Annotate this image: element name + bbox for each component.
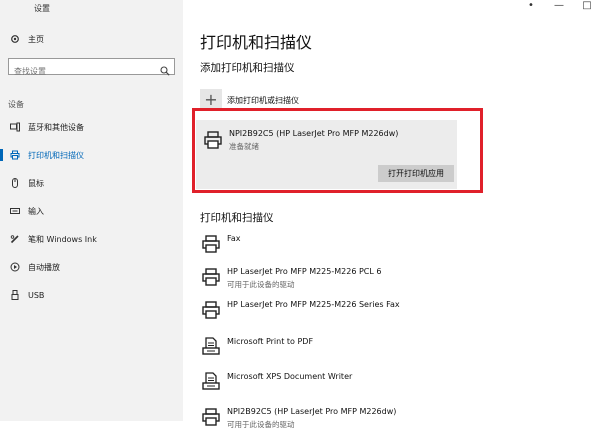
pen-icon [10,234,20,244]
printer-icon [201,267,221,287]
gear-icon [10,34,20,44]
printer-name: Microsoft Print to PDF [227,337,314,346]
section-header-devices: 设备 [8,100,24,109]
printer-icon [201,300,221,320]
printer-name: HP LaserJet Pro MFP M225-M226 PCL 6 [227,267,382,276]
active-indicator [0,149,3,161]
sidebar-item-label: 主页 [28,34,44,44]
sidebar-item-mouse[interactable]: 鼠标 [0,174,183,192]
sidebar-item-typing[interactable]: 输入 [0,202,183,220]
minimize-icon[interactable]: — [553,0,565,11]
keyboard-icon [10,206,20,216]
search-input[interactable] [9,64,154,79]
list-item[interactable]: HP LaserJet Pro MFP M225-M226 PCL 6 可用于此… [200,263,590,293]
add-section-title: 添加打印机和扫描仪 [200,62,295,74]
printer-icon [201,234,221,254]
window-title: 设置 [34,4,50,13]
main-content: • — □ 打印机和扫描仪 添加打印机和扫描仪 + 添加打印机或扫描仪 NPI2… [183,0,599,429]
add-printer-label: 添加打印机或扫描仪 [227,95,299,105]
maximize-icon[interactable]: □ [581,0,593,11]
sidebar-item-label: 自动播放 [28,262,60,272]
sidebar-item-autoplay[interactable]: 自动播放 [0,258,183,276]
printer-name: Fax [227,234,241,243]
sidebar-item-label: 蓝牙和其他设备 [28,122,84,132]
mouse-icon [10,178,20,188]
page-title: 打印机和扫描仪 [200,33,313,52]
sidebar-item-label: 笔和 Windows Ink [28,234,97,244]
sidebar-item-label: 鼠标 [28,178,44,188]
document-printer-icon [201,372,221,392]
sidebar-item-printers[interactable]: 打印机和扫描仪 [0,146,183,164]
printer-name: Microsoft XPS Document Writer [227,372,353,381]
sidebar-item-label: USB [28,290,45,300]
printer-icon [10,150,20,160]
printer-name: HP LaserJet Pro MFP M225-M226 Series Fax [227,300,400,309]
list-item[interactable]: Microsoft XPS Document Writer [200,368,590,398]
list-item[interactable]: HP LaserJet Pro MFP M225-M226 Series Fax [200,296,590,326]
printers-list-title: 打印机和扫描仪 [200,212,274,224]
sidebar-item-pen[interactable]: 笔和 Windows Ink [0,230,183,248]
printer-name: NPI2B92C5 (HP LaserJet Pro MFP M226dw) [227,407,397,416]
sidebar: 设置 主页 设备 蓝牙和其他设备 打印机和扫描仪 鼠标 [0,0,183,421]
window-controls: • — □ [525,0,593,11]
printer-icon [201,407,221,427]
printer-status: 可用于此设备的驱动 [227,280,295,289]
sidebar-item-label: 输入 [28,206,44,216]
list-item[interactable]: Microsoft Print to PDF [200,333,590,363]
sidebar-item-label: 打印机和扫描仪 [28,150,84,160]
list-item[interactable]: NPI2B92C5 (HP LaserJet Pro MFP M226dw) 可… [200,403,590,433]
bluetooth-devices-icon [10,122,20,132]
usb-icon [10,290,20,300]
highlight-outline [192,108,483,193]
sidebar-item-home[interactable]: 主页 [0,30,183,48]
sidebar-item-usb[interactable]: USB [0,286,183,304]
sidebar-item-bluetooth[interactable]: 蓝牙和其他设备 [0,118,183,136]
document-printer-icon [201,337,221,357]
search-icon[interactable] [160,61,170,76]
autoplay-icon [10,262,20,272]
window-more-icon[interactable]: • [525,0,537,11]
search-box[interactable] [8,58,175,79]
list-item[interactable]: Fax [200,230,590,260]
